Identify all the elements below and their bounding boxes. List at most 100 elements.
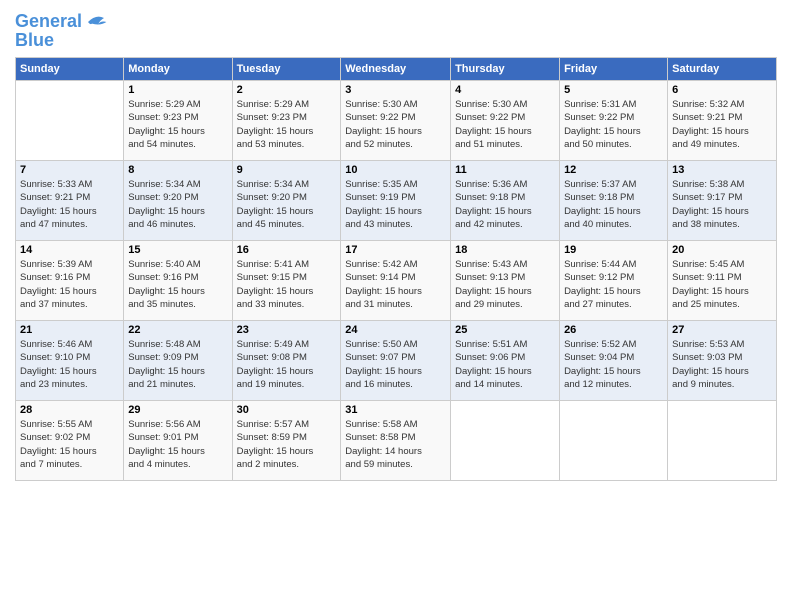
day-number: 11 [455, 164, 555, 176]
day-info: Sunrise: 5:51 AMSunset: 9:06 PMDaylight:… [455, 338, 555, 391]
day-number: 7 [20, 164, 119, 176]
day-info: Sunrise: 5:35 AMSunset: 9:19 PMDaylight:… [345, 178, 446, 231]
calendar-header-row: SundayMondayTuesdayWednesdayThursdayFrid… [16, 58, 777, 81]
day-info: Sunrise: 5:41 AMSunset: 9:15 PMDaylight:… [237, 258, 337, 311]
logo-bird-icon [84, 10, 108, 34]
header-area: General Blue [15, 10, 777, 51]
day-info: Sunrise: 5:31 AMSunset: 9:22 PMDaylight:… [564, 98, 663, 151]
day-number: 14 [20, 244, 119, 256]
day-number: 6 [672, 84, 772, 96]
day-cell: 15 Sunrise: 5:40 AMSunset: 9:16 PMDayligh… [124, 241, 232, 321]
day-info: Sunrise: 5:50 AMSunset: 9:07 PMDaylight:… [345, 338, 446, 391]
day-cell: 26Sunrise: 5:52 AMSunset: 9:04 PMDayligh… [560, 321, 668, 401]
day-cell [560, 401, 668, 481]
day-cell: 12 Sunrise: 5:37 AMSunset: 9:18 PMDayligh… [560, 161, 668, 241]
day-number: 27 [672, 324, 772, 336]
day-number: 9 [237, 164, 337, 176]
day-cell: 20Sunrise: 5:45 AMSunset: 9:11 PMDayligh… [668, 241, 777, 321]
day-number: 19 [564, 244, 663, 256]
week-row-5: 28Sunrise: 5:55 AMSunset: 9:02 PMDayligh… [16, 401, 777, 481]
day-number: 24 [345, 324, 446, 336]
day-cell [668, 401, 777, 481]
day-number: 15 [128, 244, 227, 256]
column-header-saturday: Saturday [668, 58, 777, 81]
week-row-3: 14 Sunrise: 5:39 AMSunset: 9:16 PMDayligh… [16, 241, 777, 321]
week-row-4: 21 Sunrise: 5:46 AMSunset: 9:10 PMDayligh… [16, 321, 777, 401]
day-number: 3 [345, 84, 446, 96]
day-info: Sunrise: 5:29 AMSunset: 9:23 PMDaylight:… [237, 98, 337, 151]
day-info: Sunrise: 5:30 AMSunset: 9:22 PMDaylight:… [455, 98, 555, 151]
day-number: 18 [455, 244, 555, 256]
day-info: Sunrise: 5:58 AMSunset: 8:58 PMDaylight:… [345, 418, 446, 471]
day-cell: 21 Sunrise: 5:46 AMSunset: 9:10 PMDayligh… [16, 321, 124, 401]
day-info: Sunrise: 5:33 AMSunset: 9:21 PMDaylight:… [20, 178, 119, 231]
day-cell: 31 Sunrise: 5:58 AMSunset: 8:58 PMDayligh… [341, 401, 451, 481]
column-header-wednesday: Wednesday [341, 58, 451, 81]
day-number: 26 [564, 324, 663, 336]
day-info: Sunrise: 5:57 AMSunset: 8:59 PMDaylight:… [237, 418, 337, 471]
calendar-container: General Blue SundayMondayTuesdayWednesda… [0, 0, 792, 491]
day-number: 30 [237, 404, 337, 416]
day-number: 31 [345, 404, 446, 416]
day-number: 13 [672, 164, 772, 176]
day-info: Sunrise: 5:48 AMSunset: 9:09 PMDaylight:… [128, 338, 227, 391]
day-info: Sunrise: 5:39 AMSunset: 9:16 PMDaylight:… [20, 258, 119, 311]
logo-text: General [15, 12, 82, 32]
day-info: Sunrise: 5:38 AMSunset: 9:17 PMDaylight:… [672, 178, 772, 231]
day-info: Sunrise: 5:29 AMSunset: 9:23 PMDaylight:… [128, 98, 227, 151]
day-cell: 28Sunrise: 5:55 AMSunset: 9:02 PMDayligh… [16, 401, 124, 481]
day-number: 28 [20, 404, 119, 416]
column-header-friday: Friday [560, 58, 668, 81]
day-cell: 19 Sunrise: 5:44 AMSunset: 9:12 PMDayligh… [560, 241, 668, 321]
week-row-2: 7 Sunrise: 5:33 AMSunset: 9:21 PMDaylight… [16, 161, 777, 241]
day-number: 23 [237, 324, 337, 336]
day-info: Sunrise: 5:45 AMSunset: 9:11 PMDaylight:… [672, 258, 772, 311]
day-cell: 23 Sunrise: 5:49 AMSunset: 9:08 PMDayligh… [232, 321, 341, 401]
day-info: Sunrise: 5:40 AMSunset: 9:16 PMDaylight:… [128, 258, 227, 311]
day-cell: 14 Sunrise: 5:39 AMSunset: 9:16 PMDayligh… [16, 241, 124, 321]
day-cell: 3 Sunrise: 5:30 AMSunset: 9:22 PMDaylight… [341, 81, 451, 161]
calendar-body: 1 Sunrise: 5:29 AMSunset: 9:23 PMDaylight… [16, 81, 777, 481]
day-info: Sunrise: 5:30 AMSunset: 9:22 PMDaylight:… [345, 98, 446, 151]
day-number: 10 [345, 164, 446, 176]
day-number: 12 [564, 164, 663, 176]
day-info: Sunrise: 5:43 AMSunset: 9:13 PMDaylight:… [455, 258, 555, 311]
column-header-monday: Monday [124, 58, 232, 81]
week-row-1: 1 Sunrise: 5:29 AMSunset: 9:23 PMDaylight… [16, 81, 777, 161]
day-info: Sunrise: 5:49 AMSunset: 9:08 PMDaylight:… [237, 338, 337, 391]
calendar-table: SundayMondayTuesdayWednesdayThursdayFrid… [15, 57, 777, 481]
day-cell: 16 Sunrise: 5:41 AMSunset: 9:15 PMDayligh… [232, 241, 341, 321]
day-number: 1 [128, 84, 227, 96]
day-cell: 17Sunrise: 5:42 AMSunset: 9:14 PMDayligh… [341, 241, 451, 321]
day-number: 29 [128, 404, 227, 416]
day-info: Sunrise: 5:46 AMSunset: 9:10 PMDaylight:… [20, 338, 119, 391]
day-info: Sunrise: 5:42 AMSunset: 9:14 PMDaylight:… [345, 258, 446, 311]
day-cell: 5 Sunrise: 5:31 AMSunset: 9:22 PMDaylight… [560, 81, 668, 161]
day-info: Sunrise: 5:56 AMSunset: 9:01 PMDaylight:… [128, 418, 227, 471]
column-header-sunday: Sunday [16, 58, 124, 81]
day-info: Sunrise: 5:36 AMSunset: 9:18 PMDaylight:… [455, 178, 555, 231]
day-cell: 2 Sunrise: 5:29 AMSunset: 9:23 PMDaylight… [232, 81, 341, 161]
day-cell: 18 Sunrise: 5:43 AMSunset: 9:13 PMDayligh… [451, 241, 560, 321]
day-cell: 27 Sunrise: 5:53 AMSunset: 9:03 PMDayligh… [668, 321, 777, 401]
day-info: Sunrise: 5:44 AMSunset: 9:12 PMDaylight:… [564, 258, 663, 311]
day-cell [451, 401, 560, 481]
day-cell: 22 Sunrise: 5:48 AMSunset: 9:09 PMDayligh… [124, 321, 232, 401]
day-number: 21 [20, 324, 119, 336]
day-cell: 6 Sunrise: 5:32 AMSunset: 9:21 PMDaylight… [668, 81, 777, 161]
day-info: Sunrise: 5:32 AMSunset: 9:21 PMDaylight:… [672, 98, 772, 151]
day-number: 5 [564, 84, 663, 96]
day-info: Sunrise: 5:53 AMSunset: 9:03 PMDaylight:… [672, 338, 772, 391]
day-cell: 29 Sunrise: 5:56 AMSunset: 9:01 PMDayligh… [124, 401, 232, 481]
day-number: 22 [128, 324, 227, 336]
day-info: Sunrise: 5:34 AMSunset: 9:20 PMDaylight:… [237, 178, 337, 231]
day-cell: 24 Sunrise: 5:50 AMSunset: 9:07 PMDayligh… [341, 321, 451, 401]
day-number: 8 [128, 164, 227, 176]
day-info: Sunrise: 5:37 AMSunset: 9:18 PMDaylight:… [564, 178, 663, 231]
day-info: Sunrise: 5:34 AMSunset: 9:20 PMDaylight:… [128, 178, 227, 231]
day-cell: 4Sunrise: 5:30 AMSunset: 9:22 PMDaylight… [451, 81, 560, 161]
day-number: 16 [237, 244, 337, 256]
column-header-thursday: Thursday [451, 58, 560, 81]
logo: General Blue [15, 10, 108, 51]
day-number: 2 [237, 84, 337, 96]
